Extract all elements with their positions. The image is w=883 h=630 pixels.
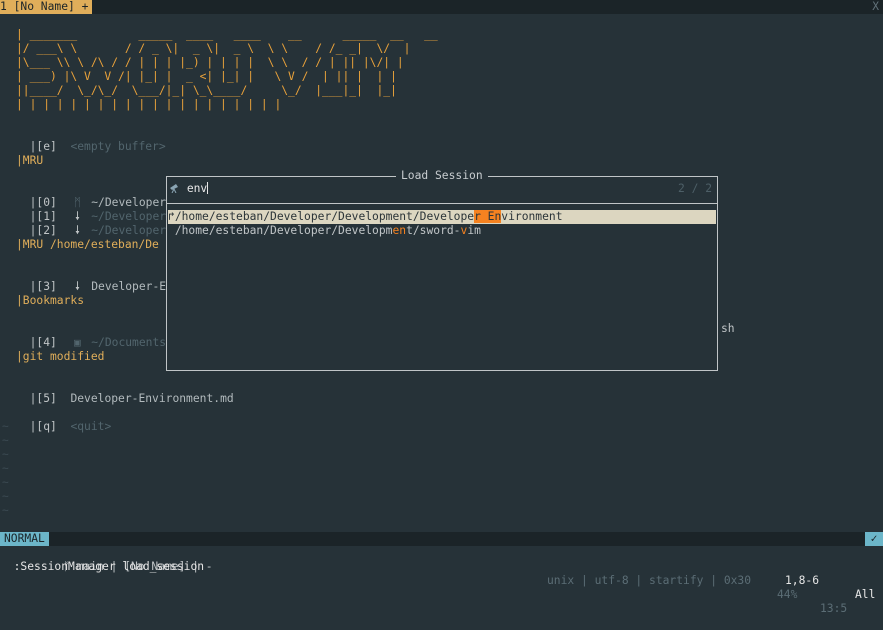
result-match: en	[392, 224, 407, 237]
mru-item-1[interactable]: |[1] 🠗 ~/Developer/D	[16, 196, 180, 223]
banner-line-3: |\___ \\ \ /\ / / | | | |_) | | | | \ \ …	[16, 56, 404, 69]
cursor-position: 13:5	[820, 602, 848, 615]
section-git-modified: |git modified	[16, 350, 105, 363]
close-tab-button[interactable]: X	[872, 0, 879, 14]
mru-item-0[interactable]: |[0] ᛗ ~/Developer/D	[16, 182, 180, 209]
tilde-marker: ~	[2, 462, 9, 475]
entry-key: |[5]	[29, 392, 57, 405]
result-path-rest: im	[467, 224, 481, 237]
picker-result-0[interactable]: ↱/home/esteban/Developer/Development/Dev…	[168, 210, 716, 224]
ruler: 1,8-6	[785, 574, 820, 587]
command-line[interactable]: :SessionManager load_session 1,8-6 All	[0, 546, 883, 601]
section-mru-cwd: |MRU /home/esteban/De	[16, 238, 159, 251]
result-path-mid: t/sword-	[406, 224, 461, 237]
selection-caret-icon: ↱	[168, 210, 175, 223]
result-match: r En	[474, 210, 502, 223]
tabline: 1 [No Name] + X	[0, 0, 883, 14]
banner-line-6: | | | | | | | | | | | | | | | | | | | |	[16, 98, 282, 111]
command-text: :SessionManager load_session	[13, 560, 205, 573]
scroll-percent: 44%	[777, 588, 798, 601]
telescope-icon	[169, 182, 187, 195]
tilde-marker: ~	[2, 420, 9, 433]
result-path: /home/esteban/Developer/Developm	[174, 224, 393, 237]
picker-divider	[167, 203, 717, 204]
entry-key: |[2]	[29, 224, 57, 237]
banner-line-4: | ___) |\ V V /| |_| | _ <| |_| | \ V / …	[16, 70, 397, 83]
load-session-picker: Load Session env 2 / 2 ↱/home/esteban/De…	[166, 169, 718, 371]
entry-key: |[4]	[29, 336, 57, 349]
bookmark-item-4-suffix: sh	[721, 322, 735, 335]
picker-search-input[interactable]: env	[187, 182, 207, 195]
entry-path: Developer-Environment.md	[70, 392, 234, 405]
check-icon: ✓	[865, 532, 883, 546]
picker-prompt[interactable]: env 2 / 2	[169, 182, 715, 196]
entry-key: |[q]	[29, 420, 57, 433]
entry-label: <quit>	[70, 420, 112, 433]
markdown-icon: 🠗	[75, 224, 80, 237]
entry-key: |[3]	[29, 280, 57, 293]
scroll-indicator: All	[855, 588, 876, 601]
tilde-marker: ~	[2, 448, 9, 461]
cwd-item-3[interactable]: |[3] 🠗 Developer-Env	[16, 266, 180, 293]
picker-title: Load Session	[396, 169, 488, 183]
text-cursor	[207, 182, 209, 194]
tab-no-name[interactable]: 1 [No Name] +	[0, 0, 93, 14]
section-bookmarks: |Bookmarks	[16, 294, 85, 307]
entry-empty-buffer[interactable]: |[e] <empty buffer>	[16, 126, 166, 153]
entry-quit[interactable]: |[q] <quit>	[16, 406, 112, 433]
mru-item-2[interactable]: |[2] 🠗 ~/Developer/D	[16, 210, 180, 237]
tilde-marker: ~	[2, 490, 9, 503]
statusline: NORMAL ᚠ main | [No Name] | - unix | utf…	[0, 532, 883, 615]
tilde-marker: ~	[2, 476, 9, 489]
banner-line-1: | _______ _____ ____ ____ __ _____ __ __	[16, 28, 438, 41]
mode-indicator: NORMAL	[0, 532, 49, 546]
section-mru: |MRU	[16, 154, 44, 167]
tilde-marker: ~	[2, 504, 9, 517]
picker-result-1[interactable]: /home/esteban/Developer/Development/swor…	[168, 224, 716, 238]
banner-line-2: |/ ___\ \ / / _ \| _ \| _ \ \ \ / /_ _| …	[16, 42, 411, 55]
entry-key: |[e]	[29, 140, 57, 153]
file-encoding-info: unix | utf-8 | startify | 0x30	[547, 574, 752, 587]
picker-result-counter: 2 / 2	[677, 182, 712, 195]
entry-label: <empty buffer>	[70, 140, 166, 153]
result-path: /home/esteban/Developer/Development/Deve…	[174, 210, 475, 223]
banner-line-5: ||____/ \_/\_/ \___/|_| \_\____/ \_/ |__…	[16, 84, 397, 97]
bookmark-item-4[interactable]: |[4] ▣ ~/Documents/F	[16, 322, 180, 349]
file-icon: ▣	[74, 336, 81, 349]
tilde-marker: ~	[2, 434, 9, 447]
git-item-5[interactable]: |[5] Developer-Environment.md	[16, 378, 234, 405]
markdown-icon: 🠗	[75, 280, 80, 293]
result-path-rest: vironment	[501, 210, 563, 223]
